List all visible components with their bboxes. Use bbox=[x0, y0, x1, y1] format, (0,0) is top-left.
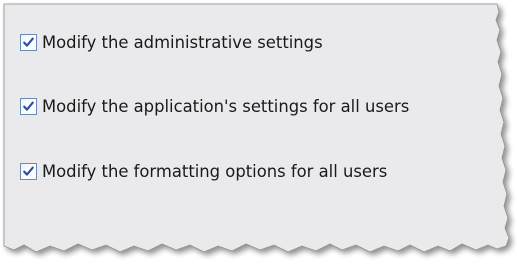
option-modify-application-settings[interactable]: Modify the application's settings for al… bbox=[20, 94, 409, 118]
checkbox-checked[interactable] bbox=[20, 97, 37, 115]
option-label: Modify the application's settings for al… bbox=[42, 96, 410, 116]
checkmark-icon bbox=[23, 166, 34, 176]
option-modify-formatting-options[interactable]: Modify the formatting options for all us… bbox=[20, 159, 387, 183]
checkmark-icon bbox=[23, 101, 34, 111]
checkbox-checked[interactable] bbox=[20, 33, 37, 51]
option-modify-administrative-settings[interactable]: Modify the administrative settings bbox=[20, 30, 323, 54]
checkbox-checked[interactable] bbox=[20, 162, 37, 180]
checkmark-icon bbox=[23, 37, 34, 47]
screenshot-clipping: Modify the administrative settings Modif… bbox=[0, 0, 517, 269]
option-label: Modify the formatting options for all us… bbox=[42, 161, 388, 181]
option-label: Modify the administrative settings bbox=[42, 32, 323, 52]
